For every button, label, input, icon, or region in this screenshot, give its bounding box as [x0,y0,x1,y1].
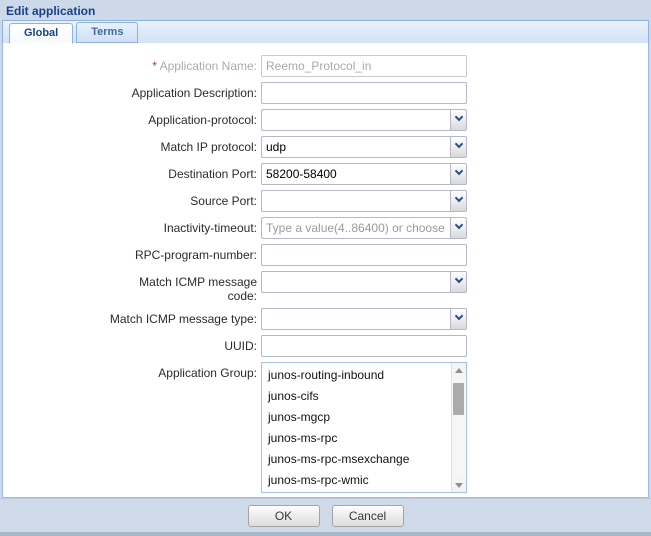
window-bottom-edge [0,532,651,536]
match-icmp-message-code-input[interactable] [261,271,450,293]
application-group-label: Application Group: [109,362,261,380]
chevron-down-icon [454,140,462,148]
chevron-down-icon [454,221,462,229]
match-icmp-message-type-input[interactable] [261,308,450,330]
list-item[interactable]: junos-ms-rpc-msexchange [262,449,451,470]
scroll-down-icon[interactable] [452,478,466,492]
destination-port-combo [261,163,467,185]
list-item[interactable]: junos-mgcp [262,407,451,428]
form-row-inactivity-timeout: Inactivity-timeout: [3,217,648,239]
destination-port-label: Destination Port: [109,163,261,181]
application-protocol-input[interactable] [261,109,450,131]
rpc-program-number-label: RPC-program-number: [109,244,261,262]
chevron-down-icon [454,275,462,283]
match-icmp-message-type-trigger[interactable] [450,308,467,330]
inactivity-timeout-input[interactable] [261,217,450,239]
scroll-up-icon[interactable] [452,363,466,377]
destination-port-input[interactable] [261,163,450,185]
source-port-trigger[interactable] [450,190,467,212]
application-protocol-label: Application-protocol: [109,109,261,127]
tab-bar: Global Terms [2,20,649,44]
listbox-scrollbar[interactable] [451,363,466,492]
global-tab-panel: * Application Name: Application Descript… [2,43,649,498]
match-icmp-message-code-combo [261,271,467,293]
form-row-application-protocol: Application-protocol: [3,109,648,131]
list-item[interactable]: junos-cifs [262,386,451,407]
match-ip-protocol-combo [261,136,467,158]
uuid-label: UUID: [109,335,261,353]
form-row-application-description: Application Description: [3,82,648,104]
form-row-source-port: Source Port: [3,190,648,212]
application-name-label-text: Application Name: [160,59,257,73]
application-name-label: * Application Name: [109,55,261,73]
inactivity-timeout-label: Inactivity-timeout: [109,217,261,235]
match-icmp-message-type-label: Match ICMP message type: [109,308,261,326]
application-description-input[interactable] [261,82,467,104]
application-protocol-combo [261,109,467,131]
list-item[interactable]: junos-ms-rpc [262,428,451,449]
chevron-down-icon [454,194,462,202]
tab-global[interactable]: Global [9,23,73,44]
scrollbar-thumb[interactable] [453,383,464,415]
application-protocol-trigger[interactable] [450,109,467,131]
list-item[interactable]: junos-ms-rpc-wmic [262,470,451,491]
form-row-match-ip-protocol: Match IP protocol: [3,136,648,158]
match-ip-protocol-label: Match IP protocol: [109,136,261,154]
inactivity-timeout-trigger[interactable] [450,217,467,239]
chevron-down-icon [454,312,462,320]
uuid-input[interactable] [261,335,467,357]
form-row-rpc-program-number: RPC-program-number: [3,244,648,266]
inactivity-timeout-combo [261,217,467,239]
match-icmp-message-code-trigger[interactable] [450,271,467,293]
source-port-input[interactable] [261,190,450,212]
destination-port-trigger[interactable] [450,163,467,185]
footer-toolbar: OK Cancel [0,498,651,532]
form-row-match-icmp-message-type: Match ICMP message type: [3,308,648,330]
form-row-application-name: * Application Name: [3,55,648,77]
edit-application-window: Edit application Global Terms * Applicat… [0,0,651,536]
rpc-program-number-input[interactable] [261,244,467,266]
scrollbar-track[interactable] [452,377,466,478]
form-row-match-icmp-message-code: Match ICMP message code: [3,271,648,303]
form-row-uuid: UUID: [3,335,648,357]
form-row-destination-port: Destination Port: [3,163,648,185]
match-icmp-message-code-label: Match ICMP message code: [139,271,261,303]
cancel-button[interactable]: Cancel [332,505,404,527]
source-port-label: Source Port: [109,190,261,208]
tab-terms[interactable]: Terms [76,22,138,43]
application-description-label: Application Description: [109,82,261,100]
list-item[interactable]: junos-routing-inbound [262,365,451,386]
application-group-listbox[interactable]: junos-routing-inbound junos-cifs junos-m… [261,362,467,493]
match-ip-protocol-trigger[interactable] [450,136,467,158]
match-icmp-message-type-combo [261,308,467,330]
required-asterisk: * [152,59,157,73]
source-port-combo [261,190,467,212]
window-title: Edit application [0,0,651,20]
application-name-input [261,55,467,77]
application-group-items: junos-routing-inbound junos-cifs junos-m… [262,363,451,492]
match-ip-protocol-input[interactable] [261,136,450,158]
form-row-application-group: Application Group: junos-routing-inbound… [3,362,648,493]
ok-button[interactable]: OK [248,505,320,527]
chevron-down-icon [454,113,462,121]
chevron-down-icon [454,167,462,175]
